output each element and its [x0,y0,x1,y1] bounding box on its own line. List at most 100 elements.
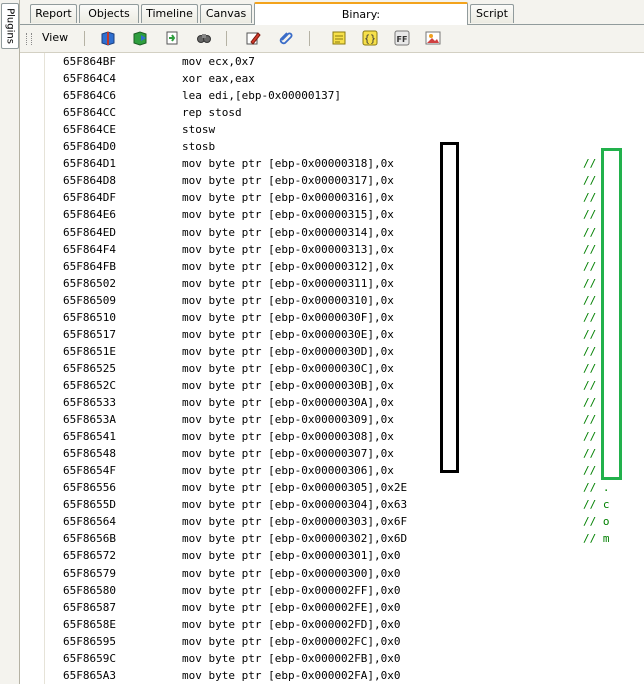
code-line[interactable]: 65F864D0 stosb [45,138,644,155]
address: 65F86502 [63,276,116,290]
instruction: mov byte ptr [ebp-0x00000302],0x6D [182,532,408,546]
import-icon[interactable] [164,30,180,46]
code-line[interactable]: 65F864D1 mov byte ptr [ebp-0x00000318],0x… [45,155,644,172]
address: 65F86580 [63,583,116,597]
code-line[interactable]: 65F864ED mov byte ptr [ebp-0x00000314],0x… [45,224,644,241]
comment: // . [583,481,610,495]
comment: // [583,191,597,205]
address: 65F86564 [63,515,116,529]
code-line[interactable]: 65F8654F mov byte ptr [ebp-0x00000306],0x… [45,462,644,479]
code-line[interactable]: 65F86509 mov byte ptr [ebp-0x00000310],0x… [45,292,644,309]
code-line[interactable]: 65F864F4 mov byte ptr [ebp-0x00000313],0x… [45,241,644,258]
code-line[interactable]: 65F86510 mov byte ptr [ebp-0x0000030F],0x… [45,309,644,326]
code-gutter [20,53,45,684]
toolbar-separator [84,31,85,46]
address: 65F865A3 [63,668,116,682]
comment: // [583,464,597,478]
code-line[interactable]: 65F864FB mov byte ptr [ebp-0x00000312],0x… [45,258,644,275]
code-line[interactable]: 65F864D8 mov byte ptr [ebp-0x00000317],0x… [45,172,644,189]
instruction: mov byte ptr [ebp-0x00000306],0x [182,464,394,478]
tab-report[interactable]: Report [30,4,77,23]
code-line[interactable]: 65F86548 mov byte ptr [ebp-0x00000307],0x… [45,445,644,462]
address: 65F864D1 [63,157,116,171]
address: 65F86533 [63,396,116,409]
view-menu[interactable]: View [42,31,68,44]
instruction: mov byte ptr [ebp-0x00000312],0x [182,259,394,273]
disassembly-view[interactable]: 65F864BF mov ecx,0x7 65F864C4 xor eax,eax 65… [45,53,644,684]
code-line[interactable]: 65F86541 mov byte ptr [ebp-0x00000308],0x… [45,428,644,445]
toolbar: View {} FF [20,25,644,53]
edit-icon[interactable] [245,30,261,46]
code-line[interactable]: 65F86580 mov byte ptr [ebp-0x000002FF],0x… [45,582,644,599]
address: 65F864CC [63,106,116,120]
code-line[interactable]: 65F86533 mov byte ptr [ebp-0x0000030A],0x… [45,394,644,411]
highlight-box-hex-values [440,142,459,473]
highlight-box-comments [601,148,622,480]
instruction: mov byte ptr [ebp-0x00000310],0x [182,293,394,307]
code-line[interactable]: 65F86579 mov byte ptr [ebp-0x00000300],0x… [45,565,644,582]
code-line[interactable]: 65F8652C mov byte ptr [ebp-0x0000030B],0x… [45,377,644,394]
instruction: mov byte ptr [ebp-0x00000300],0x0 [182,566,401,580]
address: 65F8652C [63,378,116,392]
code-line[interactable]: 65F864C6 lea edi,[ebp-0x00000137] [45,87,644,104]
address: 65F86509 [63,293,116,307]
tab-script[interactable]: Script [470,4,514,23]
code-line[interactable]: 65F865A3 mov byte ptr [ebp-0x000002FA],0x… [45,667,644,684]
code-line[interactable]: 65F864E6 mov byte ptr [ebp-0x00000315],0x… [45,206,644,223]
instruction: mov byte ptr [ebp-0x00000311],0x [182,276,394,290]
tab-label: Timeline [146,7,193,20]
code-line[interactable]: 65F8651E mov byte ptr [ebp-0x0000030D],0x… [45,343,644,360]
binoculars-icon[interactable] [196,30,212,46]
address: 65F864C4 [63,72,116,86]
note-icon[interactable] [331,30,347,46]
address: 65F8651E [63,344,116,358]
code-line[interactable]: 65F86502 mov byte ptr [ebp-0x00000311],0x… [45,275,644,292]
code-line[interactable]: 65F8659C mov byte ptr [ebp-0x000002FB],0x… [45,650,644,667]
comment: // [583,396,597,409]
instruction: mov byte ptr [ebp-0x00000317],0x [182,174,394,188]
instruction: mov byte ptr [ebp-0x000002FF],0x0 [182,583,401,597]
ff-icon[interactable]: FF [394,30,410,46]
attach-icon[interactable] [278,30,294,46]
code-line[interactable]: 65F8655D mov byte ptr [ebp-0x00000304],0x… [45,496,644,513]
code-line[interactable]: 65F86595 mov byte ptr [ebp-0x000002FC],0x… [45,633,644,650]
instruction: stosw [182,123,216,137]
comment: // [583,157,597,171]
code-line[interactable]: 65F86517 mov byte ptr [ebp-0x0000030E],0x… [45,326,644,343]
instruction: mov byte ptr [ebp-0x000002FC],0x0 [182,634,401,648]
code-line[interactable]: 65F86572 mov byte ptr [ebp-0x00000301],0x… [45,547,644,564]
svg-text:{}: {} [364,34,376,45]
export-icon[interactable] [132,30,148,46]
code-line[interactable]: 65F86564 mov byte ptr [ebp-0x00000303],0x… [45,513,644,530]
code-line[interactable]: 65F86525 mov byte ptr [ebp-0x0000030C],0x… [45,360,644,377]
tab-canvas[interactable]: Canvas [200,4,252,23]
toolbar-grip[interactable] [26,33,32,45]
code-line[interactable]: 65F864DF mov byte ptr [ebp-0x00000316],0x… [45,189,644,206]
code-line[interactable]: 65F86587 mov byte ptr [ebp-0x000002FE],0x… [45,599,644,616]
comment: // [583,276,597,290]
code-line[interactable]: 65F8656B mov byte ptr [ebp-0x00000302],0x… [45,530,644,547]
tab-timeline[interactable]: Timeline [141,4,198,23]
code-line[interactable]: 65F8658E mov byte ptr [ebp-0x000002FD],0x… [45,616,644,633]
address: 65F86510 [63,310,116,324]
code-line[interactable]: 65F864CE stosw [45,121,644,138]
code-line[interactable]: 65F8653A mov byte ptr [ebp-0x00000309],0x… [45,411,644,428]
code-line[interactable]: 65F864C4 xor eax,eax [45,70,644,87]
address: 65F864C6 [63,89,116,103]
instruction: mov byte ptr [ebp-0x0000030D],0x [182,344,394,358]
instruction: mov byte ptr [ebp-0x0000030B],0x [182,378,394,392]
image-icon[interactable] [425,30,441,46]
tab-objects[interactable]: Objects [79,4,139,23]
code-line[interactable]: 65F864CC rep stosd [45,104,644,121]
book-icon[interactable] [100,30,116,46]
code-line[interactable]: 65F864BF mov ecx,0x7 [45,53,644,70]
comment: // [583,225,597,239]
braces-icon[interactable]: {} [362,30,378,46]
comment: // [583,327,597,341]
instruction: mov byte ptr [ebp-0x000002FA],0x0 [182,668,401,682]
comment: // [583,259,597,273]
code-line[interactable]: 65F86556 mov byte ptr [ebp-0x00000305],0x… [45,479,644,496]
address: 65F86579 [63,566,116,580]
tab-binary[interactable]: Binary: c_windows_system32_inetpp.dll [254,2,468,43]
plugins-tab[interactable]: Plugins [1,3,19,49]
